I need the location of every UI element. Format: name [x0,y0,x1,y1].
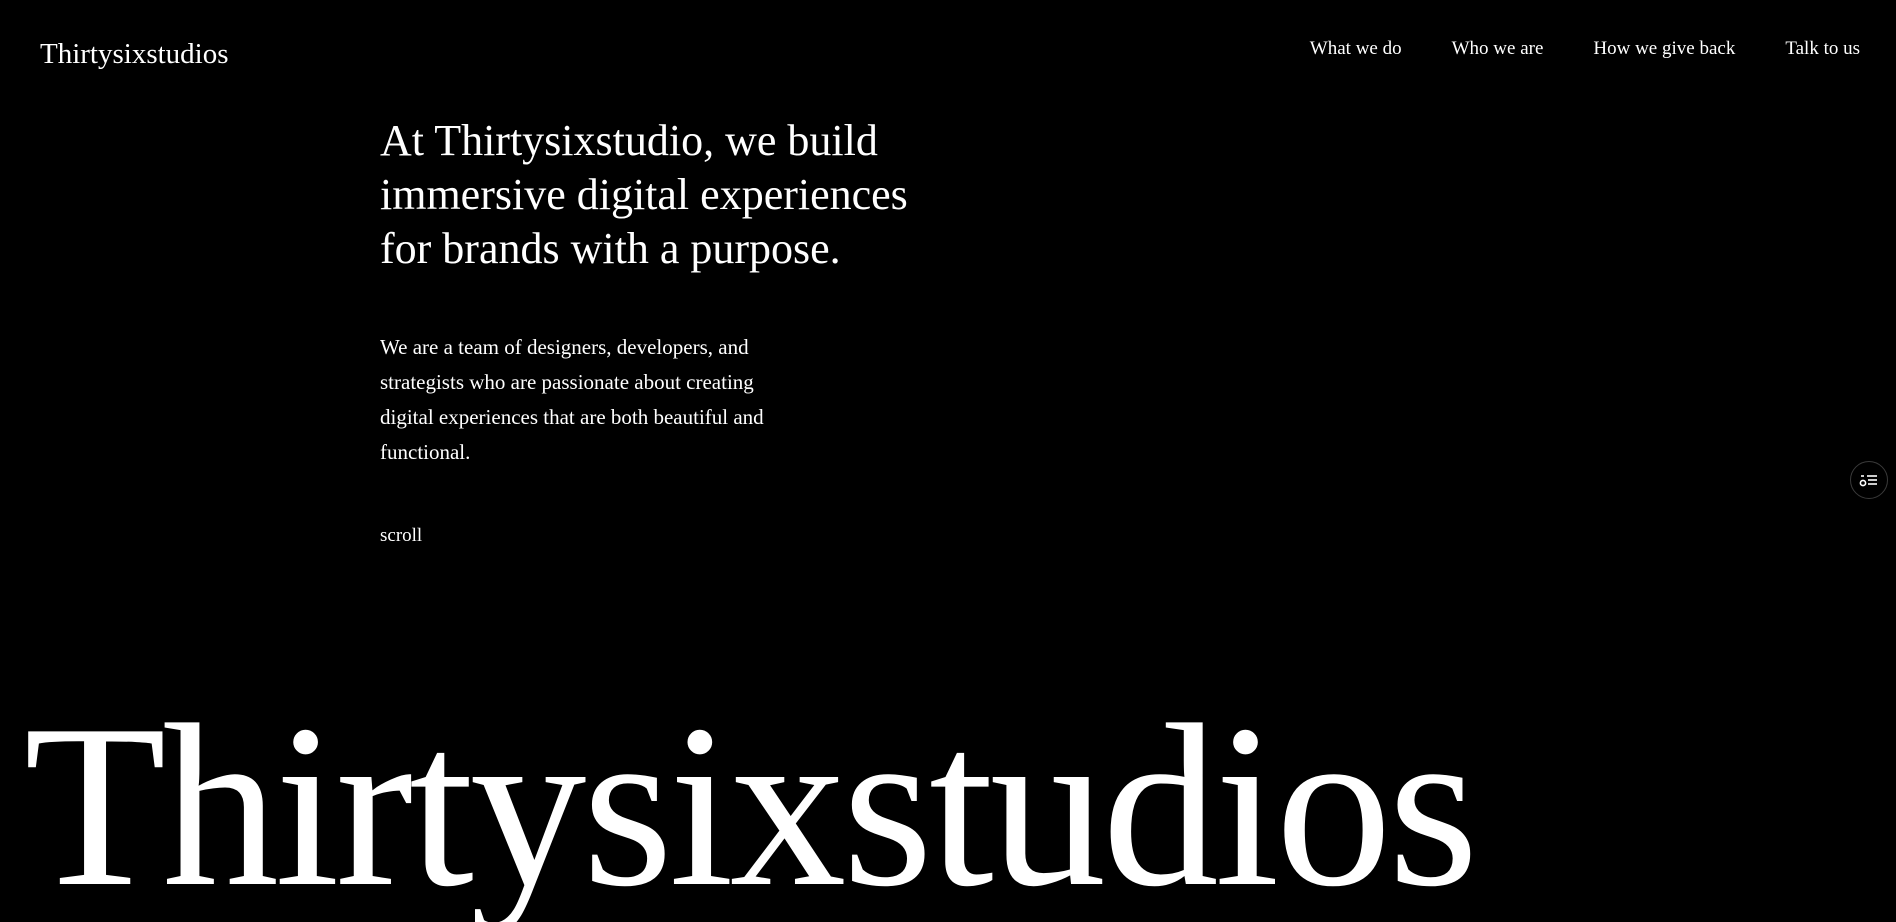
hero-intro: We are a team of designers, developers, … [380,335,764,464]
site-logo[interactable]: Thirtysixstudios [40,36,229,72]
nav-what-we-do[interactable]: What we do [1310,36,1402,62]
main-nav: What we do Who we are How we give back T… [1310,36,1860,62]
scroll-link[interactable]: scroll [380,524,422,548]
hero-headline: At Thirtysixstudio, we build immersive d… [380,116,908,273]
settings-toggle-button[interactable] [1850,461,1888,499]
nav-talk-to-us[interactable]: Talk to us [1785,36,1860,62]
big-wordmark: Thirtysixstudios [24,677,1479,922]
page: Thirtysixstudios What we do Who we are H… [0,0,1896,922]
nav-how-we-give-back[interactable]: How we give back [1593,36,1735,62]
nav-who-we-are[interactable]: Who we are [1452,36,1544,62]
settings-list-icon [1859,472,1879,488]
hero-section: At Thirtysixstudio, we build immersive d… [380,114,980,548]
